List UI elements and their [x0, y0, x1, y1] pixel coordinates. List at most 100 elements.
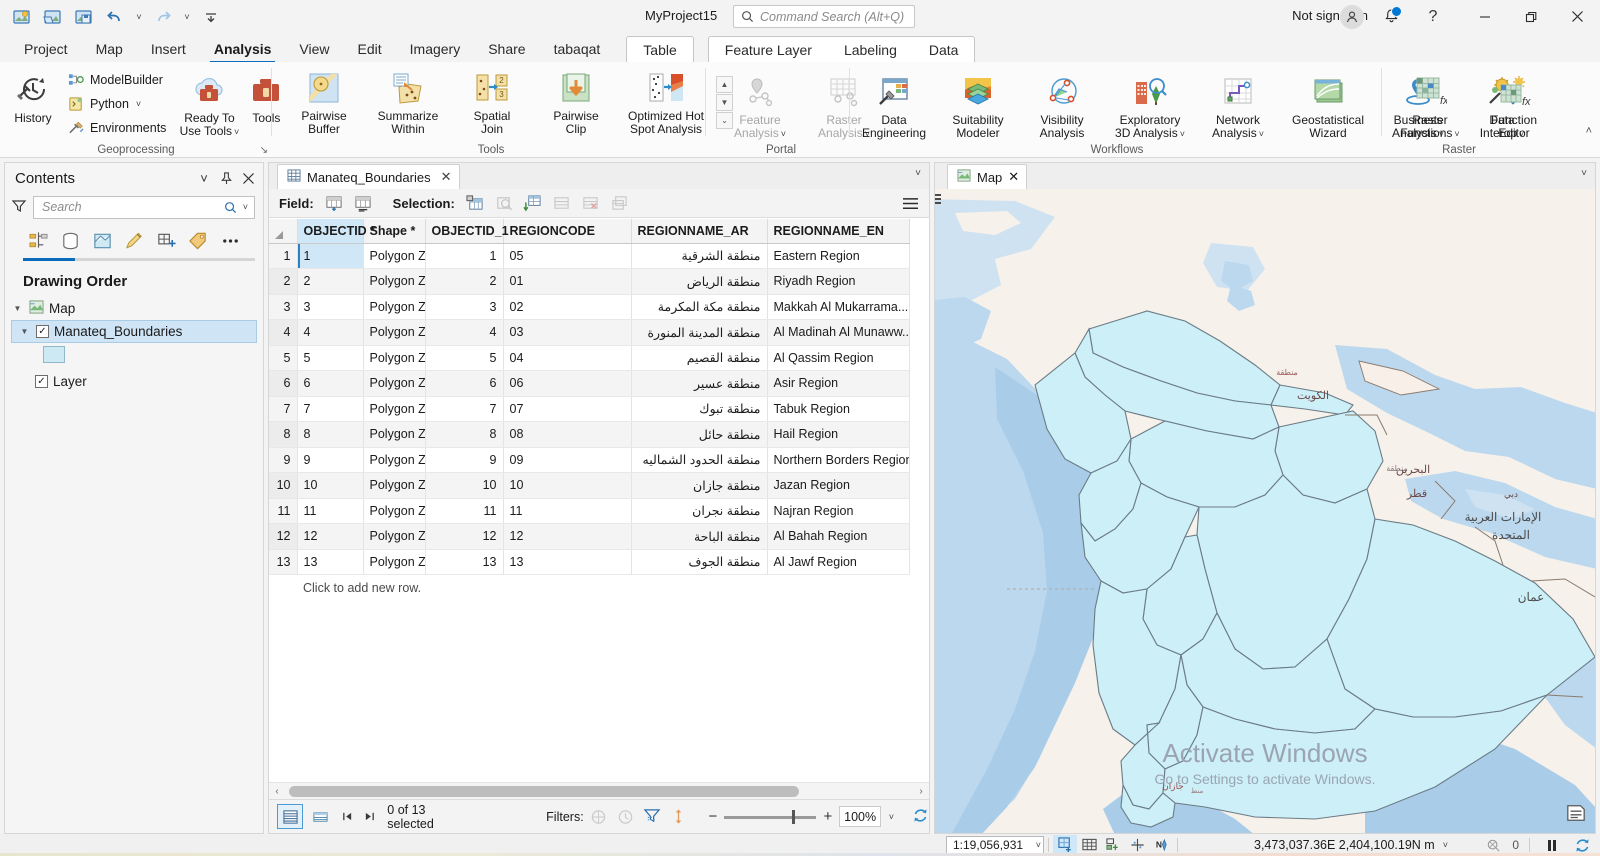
list-by-editing-icon[interactable]	[119, 227, 149, 255]
cell-regionname-en[interactable]: Tabuk Region	[767, 396, 910, 422]
list-by-drawing-order-icon[interactable]	[23, 227, 53, 255]
select-by-attributes-icon[interactable]	[463, 192, 487, 215]
map-notes-icon[interactable]	[1565, 803, 1587, 823]
map-scale-caret-icon[interactable]: ˅	[1036, 840, 1041, 850]
new-project-icon[interactable]	[8, 4, 36, 30]
cell-objectid-1[interactable]: 9	[425, 447, 504, 473]
related-data-view-button[interactable]	[307, 804, 333, 829]
pairwise-buffer-button[interactable]: Pairwise Buffer	[282, 64, 366, 136]
scroll-left-icon[interactable]: ‹	[269, 786, 285, 797]
spatial-join-button[interactable]: 23 Spatial Join	[450, 64, 534, 136]
data-engineering-button[interactable]: Data Engineering	[852, 68, 936, 141]
contents-search-input[interactable]: Search ˅	[33, 195, 255, 219]
feature-analysis-caret-icon[interactable]: ˅	[781, 129, 786, 139]
contents-pin-icon[interactable]	[215, 167, 237, 189]
switch-selection-icon[interactable]	[521, 192, 545, 215]
ribbon-collapse-icon[interactable]: ˄	[1586, 125, 1592, 137]
layer-visibility-checkbox[interactable]: ✓	[35, 374, 48, 388]
zoom-slider-handle[interactable]	[792, 809, 796, 824]
raster-functions-caret-icon[interactable]: ˅	[1454, 129, 1459, 139]
ribbon-tab-view[interactable]: View	[285, 35, 343, 63]
cell-regionname-ar[interactable]: منطقة جازان	[631, 472, 768, 499]
cell-objectid[interactable]: 7	[297, 396, 364, 422]
undo-dropdown-caret[interactable]: ˅	[132, 4, 146, 30]
cell-regionname-ar[interactable]: منطقة حائل	[631, 421, 768, 448]
table-row[interactable]: 7 7 Polygon Z 7 07 منطقة تبوك Tabuk Regi…	[269, 396, 910, 422]
range-filter-icon[interactable]	[667, 805, 690, 828]
zoom-percent-caret-icon[interactable]: ˅	[885, 812, 898, 822]
zoom-percent-value[interactable]: 100%	[839, 806, 881, 827]
cell-regionname-en[interactable]: Al Madinah Al Munaww...	[767, 319, 910, 346]
tree-item-manateq-boundaries[interactable]: ▼ ✓ Manateq_Boundaries	[11, 320, 257, 343]
expander-icon[interactable]: ▼	[11, 304, 24, 313]
table-pane-collapse-icon[interactable]: ˅	[915, 168, 921, 179]
cell-objectid[interactable]: 12	[297, 523, 364, 550]
cell-shape[interactable]: Polygon Z	[363, 498, 426, 524]
restore-button[interactable]	[1508, 0, 1554, 33]
ribbon-tab-analysis[interactable]: Analysis	[200, 35, 286, 63]
cell-objectid[interactable]: 8	[297, 421, 364, 448]
cell-objectid-1[interactable]: 10	[425, 472, 504, 499]
cell-regionname-en[interactable]: Al Jawf Region	[767, 549, 910, 575]
table-horizontal-scrollbar[interactable]: ‹ ›	[269, 782, 929, 799]
ribbon-tab-edit[interactable]: Edit	[344, 35, 396, 63]
cell-objectid[interactable]: 5	[297, 345, 364, 371]
map-extent-filter-icon[interactable]	[588, 805, 611, 828]
cell-objectid[interactable]: 9	[297, 447, 364, 473]
cell-shape[interactable]: Polygon Z	[363, 421, 426, 448]
cell-regioncode[interactable]: 10	[503, 472, 632, 499]
cell-shape[interactable]: Polygon Z	[363, 447, 426, 473]
cell-regionname-ar[interactable]: منطقة تبوك	[631, 396, 768, 422]
layer-visibility-checkbox[interactable]: ✓	[36, 325, 49, 338]
cell-shape[interactable]: Polygon Z	[363, 549, 426, 575]
help-button[interactable]: ?	[1420, 4, 1446, 30]
cell-regionname-en[interactable]: Riyadh Region	[767, 268, 910, 295]
ribbon-tab-map[interactable]: Map	[82, 35, 137, 63]
contents-search-caret[interactable]: ˅	[241, 202, 250, 212]
add-field-icon[interactable]	[322, 192, 346, 215]
cell-regioncode[interactable]: 07	[503, 396, 632, 422]
map-tab[interactable]: Map ✕	[947, 164, 1028, 189]
summarize-within-button[interactable]: Summarize Within	[366, 64, 450, 136]
table-row[interactable]: 10 10 Polygon Z 10 10 منطقة جازان Jazan …	[269, 472, 910, 499]
ribbon-tab-insert[interactable]: Insert	[137, 35, 200, 63]
cell-objectid-1[interactable]: 7	[425, 396, 504, 422]
cell-regionname-en[interactable]: Hail Region	[767, 421, 910, 448]
add-new-row[interactable]: Click to add new row.	[269, 575, 929, 601]
close-button[interactable]	[1554, 0, 1600, 33]
table-row[interactable]: 9 9 Polygon Z 9 09 منطقة الحدود الشماليه…	[269, 447, 910, 473]
list-by-labeling-icon[interactable]	[183, 227, 213, 255]
avatar[interactable]	[1340, 4, 1364, 29]
filter-icon[interactable]	[11, 198, 27, 217]
cell-regionname-ar[interactable]: منطقة الشرقية	[631, 243, 768, 269]
refresh-map-icon[interactable]	[1570, 835, 1594, 855]
cell-regionname-en[interactable]: Makkah Al Mukarrama...	[767, 294, 910, 320]
list-by-selection-icon[interactable]	[87, 227, 117, 255]
cell-shape[interactable]: Polygon Z	[363, 268, 426, 295]
scroll-track[interactable]	[285, 785, 913, 797]
python-caret-icon[interactable]: ˅	[136, 99, 141, 109]
zoom-slider[interactable]	[724, 809, 817, 824]
undo-icon[interactable]	[101, 4, 129, 30]
cell-regioncode[interactable]: 06	[503, 370, 632, 397]
more-options-icon[interactable]	[215, 227, 245, 255]
cell-shape[interactable]: Polygon Z	[363, 523, 426, 550]
cell-regioncode[interactable]: 01	[503, 268, 632, 295]
cell-regionname-ar[interactable]: منطقة الجوف	[631, 549, 768, 575]
cell-objectid-1[interactable]: 4	[425, 319, 504, 346]
suitability-modeler-button[interactable]: Suitability Modeler	[936, 68, 1020, 141]
map-pane-collapse-icon[interactable]: ˅	[1581, 168, 1587, 179]
table-row[interactable]: 4 4 Polygon Z 4 03 منطقة المدينة المنورة…	[269, 319, 910, 346]
column-header-regioncode[interactable]: REGIONCODE	[503, 219, 632, 244]
redo-icon[interactable]	[149, 4, 177, 30]
ribbon-tab-feature-layer[interactable]: Feature Layer	[709, 37, 828, 64]
cell-objectid[interactable]: 10	[297, 472, 364, 499]
column-header-shape[interactable]: Shape *	[363, 219, 426, 244]
network-analysis-caret-icon[interactable]: ˅	[1259, 129, 1264, 139]
exploratory-3d-analysis-button[interactable]: Exploratory 3D Analysis ˅	[1104, 68, 1196, 141]
ribbon-tab-share[interactable]: Share	[474, 35, 539, 63]
delete-selection-icon[interactable]	[579, 192, 603, 215]
cell-objectid-1[interactable]: 12	[425, 523, 504, 550]
table-options-menu-icon[interactable]	[902, 196, 919, 214]
cell-objectid-1[interactable]: 1	[425, 243, 504, 269]
